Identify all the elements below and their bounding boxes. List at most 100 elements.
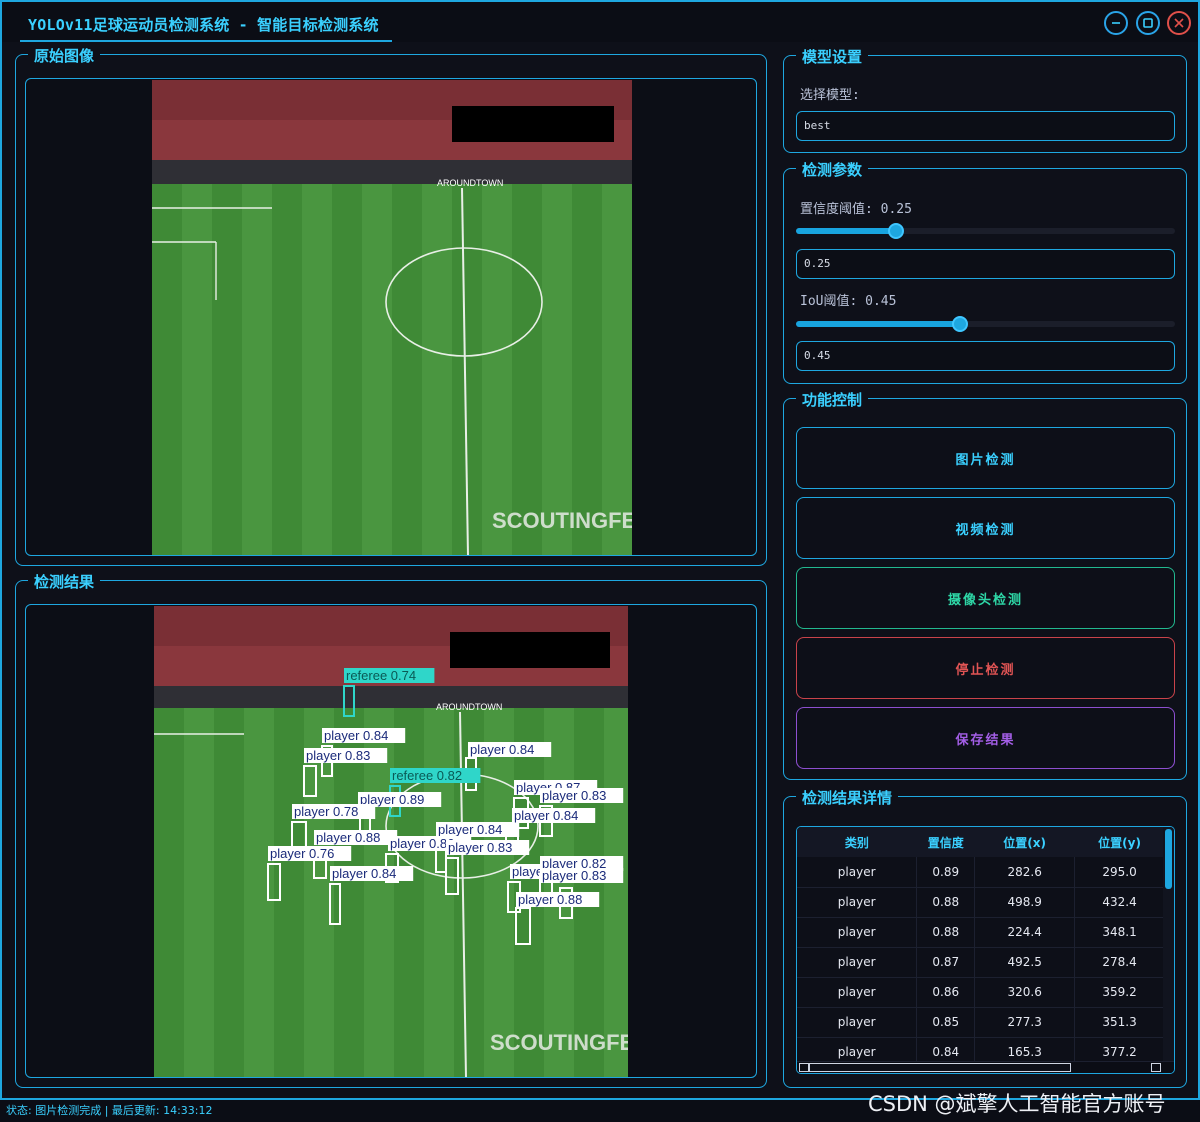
detection-label: player 0.84 bbox=[470, 742, 534, 757]
detection-label: player 0.84 bbox=[514, 808, 578, 823]
table-cell: player bbox=[797, 1007, 918, 1038]
confidence-slider-handle[interactable] bbox=[888, 223, 904, 239]
detection-result-frame: AROUNDTOWN SCOUTINGFEED referee 0.74 play… bbox=[25, 604, 757, 1078]
iou-input[interactable]: 0.45 bbox=[796, 341, 1175, 371]
detection-details-table: 类别 置信度 位置(x) 位置(y) player 0.89 282.6 295.0 p… bbox=[797, 827, 1165, 1068]
table-cell: player bbox=[797, 857, 918, 888]
original-image-panel: 原始图像 AROUNDTOWN SCOUTINGFEED bbox=[15, 45, 767, 566]
vertical-scrollbar-thumb[interactable] bbox=[1165, 829, 1172, 889]
scoutingfeed-watermark-result: SCOUTINGFEED bbox=[490, 1030, 628, 1055]
minimize-icon bbox=[1112, 22, 1120, 24]
ad-banner-text: AROUNDTOWN bbox=[437, 178, 503, 188]
confidence-input[interactable]: 0.25 bbox=[796, 249, 1175, 279]
detection-label: player 0.86 bbox=[390, 836, 454, 851]
close-button[interactable] bbox=[1167, 11, 1191, 35]
detection-label: player 0.84 bbox=[332, 866, 396, 881]
title-underline bbox=[20, 40, 392, 42]
detection-params-title: 检测参数 bbox=[796, 159, 869, 180]
detection-label: player 0.78 bbox=[294, 804, 358, 819]
table-cell: 224.4 bbox=[974, 917, 1076, 948]
table-row[interactable]: player 0.87 492.5 278.4 bbox=[797, 947, 1165, 978]
scroll-right-arrow[interactable] bbox=[1151, 1063, 1161, 1072]
detection-details-title: 检测结果详情 bbox=[796, 787, 899, 808]
table-cell: 320.6 bbox=[974, 977, 1076, 1008]
save-result-button[interactable]: 保存结果 bbox=[796, 707, 1175, 769]
iou-slider[interactable] bbox=[796, 316, 1175, 332]
title-bar: YOLOv11足球运动员检测系统 - 智能目标检测系统 bbox=[2, 2, 1198, 42]
horizontal-scrollbar-thumb[interactable] bbox=[809, 1063, 1071, 1072]
detection-label: player 0.84 bbox=[324, 728, 388, 743]
table-cell: player bbox=[797, 917, 918, 948]
iou-slider-fill bbox=[796, 321, 960, 327]
table-cell: 0.88 bbox=[916, 917, 976, 948]
iou-slider-handle[interactable] bbox=[952, 316, 968, 332]
stop-detect-button[interactable]: 停止检测 bbox=[796, 637, 1175, 699]
csdn-watermark: CSDN @斌擎人工智能官方账号 bbox=[868, 1092, 1166, 1116]
column-header-y[interactable]: 位置(y) bbox=[1074, 827, 1165, 857]
table-row[interactable]: player 0.89 282.6 295.0 bbox=[797, 857, 1165, 888]
app-window: YOLOv11足球运动员检测系统 - 智能目标检测系统 原始图像 AROUNDT… bbox=[0, 0, 1200, 1100]
model-settings-panel: 模型设置 选择模型: best bbox=[783, 46, 1187, 153]
ad-banner-text-result: AROUNDTOWN bbox=[436, 702, 502, 712]
confidence-slider-fill bbox=[796, 228, 896, 234]
detection-label: player 0.88 bbox=[316, 830, 380, 845]
table-row[interactable]: player 0.85 277.3 351.3 bbox=[797, 1007, 1165, 1038]
table-header-row: 类别 置信度 位置(x) 位置(y) bbox=[797, 827, 1165, 857]
detection-label: player 0.83 bbox=[306, 748, 370, 763]
table-row[interactable]: player 0.88 498.9 432.4 bbox=[797, 887, 1165, 918]
table-cell: 359.2 bbox=[1074, 977, 1165, 1008]
model-select[interactable]: best bbox=[796, 111, 1175, 141]
detection-details-table-frame: 类别 置信度 位置(x) 位置(y) player 0.89 282.6 295.0 p… bbox=[796, 826, 1175, 1074]
table-cell: 0.86 bbox=[916, 977, 976, 1008]
table-cell: 498.9 bbox=[974, 887, 1076, 918]
table-row[interactable]: player 0.86 320.6 359.2 bbox=[797, 977, 1165, 1008]
table-row[interactable]: player 0.88 224.4 348.1 bbox=[797, 917, 1165, 948]
table-cell: 0.88 bbox=[916, 887, 976, 918]
table-cell: 295.0 bbox=[1074, 857, 1165, 888]
table-cell: player bbox=[797, 887, 918, 918]
detection-result-title: 检测结果 bbox=[28, 571, 101, 592]
minimize-button[interactable] bbox=[1104, 11, 1128, 35]
table-cell: 348.1 bbox=[1074, 917, 1165, 948]
window-title: YOLOv11足球运动员检测系统 - 智能目标检测系统 bbox=[28, 16, 379, 34]
confidence-slider[interactable] bbox=[796, 223, 1175, 239]
detection-label: player 0.76 bbox=[270, 846, 334, 861]
detection-result-panel: 检测结果 AROUNDTOWN SCOUTINGFEED referee 0. bbox=[15, 571, 767, 1088]
maximize-button[interactable] bbox=[1136, 11, 1160, 35]
table-cell: 278.4 bbox=[1074, 947, 1165, 978]
detection-label: player 0.88 bbox=[518, 892, 582, 907]
vertical-scrollbar[interactable] bbox=[1163, 827, 1174, 1063]
image-detect-button[interactable]: 图片检测 bbox=[796, 427, 1175, 489]
table-cell: 277.3 bbox=[974, 1007, 1076, 1038]
detection-label: referee 0.74 bbox=[346, 668, 416, 683]
function-control-panel: 功能控制 图片检测 视频检测 摄像头检测 停止检测 保存结果 bbox=[783, 389, 1187, 780]
column-header-class[interactable]: 类别 bbox=[797, 827, 917, 857]
horizontal-scrollbar[interactable] bbox=[797, 1061, 1174, 1073]
original-image: AROUNDTOWN SCOUTINGFEED bbox=[152, 80, 632, 555]
detection-label: player 0.84 bbox=[438, 822, 502, 837]
table-cell: 351.3 bbox=[1074, 1007, 1165, 1038]
table-cell: 492.5 bbox=[974, 947, 1076, 978]
table-cell: 432.4 bbox=[1074, 887, 1165, 918]
column-header-confidence[interactable]: 置信度 bbox=[916, 827, 975, 857]
table-cell: 282.6 bbox=[974, 857, 1076, 888]
maximize-icon bbox=[1143, 18, 1153, 28]
detection-label: referee 0.82 bbox=[392, 768, 462, 783]
scoutingfeed-watermark: SCOUTINGFEED bbox=[492, 508, 632, 533]
confidence-threshold-label: 置信度阈值: 0.25 bbox=[800, 202, 912, 217]
detection-label: player 0.83 bbox=[542, 868, 606, 883]
model-settings-title: 模型设置 bbox=[796, 46, 869, 67]
camera-detect-button[interactable]: 摄像头检测 bbox=[796, 567, 1175, 629]
detection-details-panel: 检测结果详情 类别 置信度 位置(x) 位置(y) player 0.89 282.… bbox=[783, 787, 1187, 1088]
scroll-left-arrow[interactable] bbox=[799, 1063, 809, 1072]
table-cell: 0.85 bbox=[916, 1007, 976, 1038]
original-image-frame: AROUNDTOWN SCOUTINGFEED bbox=[25, 78, 757, 556]
video-detect-button[interactable]: 视频检测 bbox=[796, 497, 1175, 559]
select-model-label: 选择模型: bbox=[800, 88, 860, 103]
function-control-title: 功能控制 bbox=[796, 389, 869, 410]
detection-label: player 0.83 bbox=[448, 840, 512, 855]
table-cell: 0.87 bbox=[916, 947, 976, 978]
detection-result-image: AROUNDTOWN SCOUTINGFEED referee 0.74 play… bbox=[154, 606, 628, 1077]
column-header-x[interactable]: 位置(x) bbox=[974, 827, 1075, 857]
detection-label: player 0.83 bbox=[542, 788, 606, 803]
